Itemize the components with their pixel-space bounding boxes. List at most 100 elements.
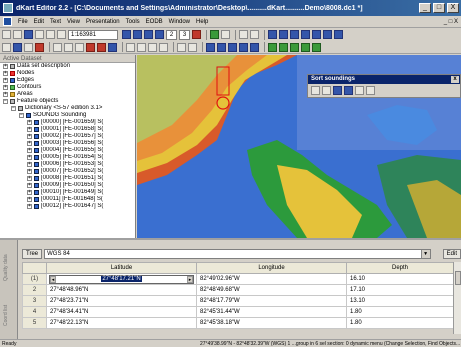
menu-text[interactable]: Text [47, 19, 64, 25]
zoom-window-icon[interactable] [159, 42, 168, 52]
sort-soundings-close-button[interactable]: x [451, 76, 459, 83]
preview-icon[interactable] [57, 30, 66, 39]
column-header-depth[interactable]: Depth [346, 262, 454, 274]
crs-select[interactable]: WGS 84 ▼ [44, 249, 431, 259]
tree-item[interactable]: + Edges [0, 77, 135, 84]
tree-item[interactable]: + [00010] [FE-001649] S( [0, 189, 135, 196]
expand-toggle-icon[interactable]: + [27, 127, 32, 132]
zoom-in-icon[interactable] [126, 42, 135, 52]
edit-button[interactable]: Edit [442, 249, 461, 259]
tree-item[interactable]: + [00005] [FE-001654] S( [0, 154, 135, 161]
window-icon[interactable] [323, 30, 332, 39]
expand-toggle-icon[interactable]: − [19, 113, 24, 118]
table-row[interactable]: 5 27°48'22.13"N 82°45'38.18"W 1.80 [22, 317, 454, 329]
sort-options-icon[interactable] [366, 86, 375, 95]
minimize-button[interactable]: _ [419, 3, 431, 13]
expand-toggle-icon[interactable]: + [27, 176, 32, 181]
document-icon[interactable] [3, 17, 12, 26]
redo-icon[interactable] [64, 42, 73, 52]
tree-item[interactable]: − Dictionary <S-57 edition 3.1> [0, 105, 135, 112]
arrow-left-icon[interactable] [122, 30, 131, 39]
sort-descending-icon[interactable] [344, 86, 353, 95]
expand-toggle-icon[interactable]: − [3, 99, 8, 104]
open-icon[interactable] [13, 30, 22, 39]
latitude-cell[interactable]: 27°48'23.71"N [46, 295, 197, 307]
longitude-cell[interactable]: 82°45'31.44"W [196, 306, 347, 318]
column-header-longitude[interactable]: Longitude [196, 262, 347, 274]
depth-cell[interactable]: 13.10 [346, 295, 454, 307]
menu-view[interactable]: View [64, 19, 83, 25]
arrow-right-icon[interactable] [133, 30, 142, 39]
cycle-icon[interactable] [250, 42, 259, 52]
latitude-cell-editor[interactable]: ◂ 27°48'17.21"N ▸ [46, 273, 197, 285]
line-icon[interactable] [75, 42, 84, 52]
zoom-icon[interactable] [35, 30, 44, 39]
dropdown-icon[interactable] [221, 30, 230, 39]
grid-icon[interactable] [290, 42, 299, 52]
expand-toggle-icon[interactable]: + [27, 134, 32, 139]
maximize-button[interactable]: □ [433, 3, 445, 13]
menu-eodb[interactable]: EODB [143, 19, 166, 25]
tree-item[interactable]: + [00001] [FE-001658] S( [0, 126, 135, 133]
table-row[interactable]: 4 27°48'34.41"N 82°45'31.44"W 1.80 [22, 306, 454, 318]
latitude-cell[interactable]: 27°48'22.13"N [46, 317, 197, 329]
chevron-down-icon[interactable]: ▼ [420, 250, 430, 258]
scrollbar-thumb[interactable] [455, 271, 461, 285]
tree-item[interactable]: + Data set description [0, 63, 135, 70]
arrow-down-icon[interactable] [155, 30, 164, 39]
tree-item[interactable]: + Nodes [0, 70, 135, 77]
move-icon[interactable] [24, 42, 33, 52]
tree-item[interactable]: + [00003] [FE-001656] S( [0, 140, 135, 147]
tab-coord-list[interactable]: Coord list [3, 292, 15, 338]
page-3-button[interactable]: 3 [179, 29, 190, 40]
window-icon[interactable] [268, 30, 277, 39]
info-icon[interactable] [188, 42, 197, 52]
sort-pointer-icon[interactable] [311, 86, 320, 95]
tree-item[interactable]: − Feature objects [0, 98, 135, 105]
table-scrollbar[interactable] [453, 262, 461, 334]
cycle-icon[interactable] [217, 42, 226, 52]
layers-icon[interactable] [210, 30, 219, 39]
cycle-icon[interactable] [239, 42, 248, 52]
table-row[interactable]: (1) ◂ 27°48'17.21"N ▸ 82°49'02.96"W 16.1… [22, 273, 454, 285]
latitude-cell[interactable]: 27°48'34.41"N [46, 306, 197, 318]
pointer-icon[interactable] [2, 42, 11, 52]
expand-toggle-icon[interactable]: + [27, 141, 32, 146]
cut-icon[interactable] [239, 30, 248, 39]
measure-icon[interactable] [177, 42, 186, 52]
window-icon[interactable] [290, 30, 299, 39]
edge-icon[interactable] [108, 42, 117, 52]
longitude-cell[interactable]: 82°49'02.96"W [196, 273, 347, 285]
table-row[interactable]: 3 27°48'23.71"N 82°48'17.79"W 13.10 [22, 295, 454, 307]
depth-cell[interactable]: 1.80 [346, 317, 454, 329]
undo-icon[interactable] [53, 42, 62, 52]
area-icon[interactable] [97, 42, 106, 52]
tree-item[interactable]: + Areas [0, 91, 135, 98]
sort-soundings-titlebar[interactable]: Sort soundings x [308, 75, 460, 84]
expand-toggle-icon[interactable]: + [27, 183, 32, 188]
save-icon[interactable] [24, 30, 33, 39]
tree-item[interactable]: + [00007] [FE-001652] S( [0, 168, 135, 175]
tab-quality-data[interactable]: Quality data [3, 246, 15, 290]
close-button[interactable]: X [447, 3, 459, 13]
tree-item[interactable]: + [00006] [FE-001653] S( [0, 161, 135, 168]
latitude-spin-editor[interactable]: ◂ 27°48'17.21"N ▸ [49, 274, 194, 284]
page-2-button[interactable]: 2 [166, 29, 177, 40]
tree-item[interactable]: + [00011] [FE-001648] S( [0, 196, 135, 203]
depth-cell[interactable]: 1.80 [346, 306, 454, 318]
tree-item[interactable]: + [00008] [FE-001651] S( [0, 175, 135, 182]
tree-item[interactable]: + [00004] [FE-001655] S( [0, 147, 135, 154]
tree-item[interactable]: − SOUNDG Sounding [0, 112, 135, 119]
scale-input[interactable]: 1:163981 [68, 29, 118, 40]
column-header-latitude[interactable]: Latitude [46, 262, 197, 274]
window-icon[interactable] [312, 30, 321, 39]
new-icon[interactable] [2, 30, 11, 39]
grid-icon[interactable] [279, 42, 288, 52]
expand-toggle-icon[interactable]: + [3, 85, 8, 90]
zoom-out-icon[interactable] [137, 42, 146, 52]
grid-icon[interactable] [301, 42, 310, 52]
copy-icon[interactable] [250, 30, 259, 39]
window-icon[interactable] [334, 30, 343, 39]
tree-item[interactable]: + [00002] [FE-001657] S( [0, 133, 135, 140]
grid-icon[interactable] [312, 42, 321, 52]
